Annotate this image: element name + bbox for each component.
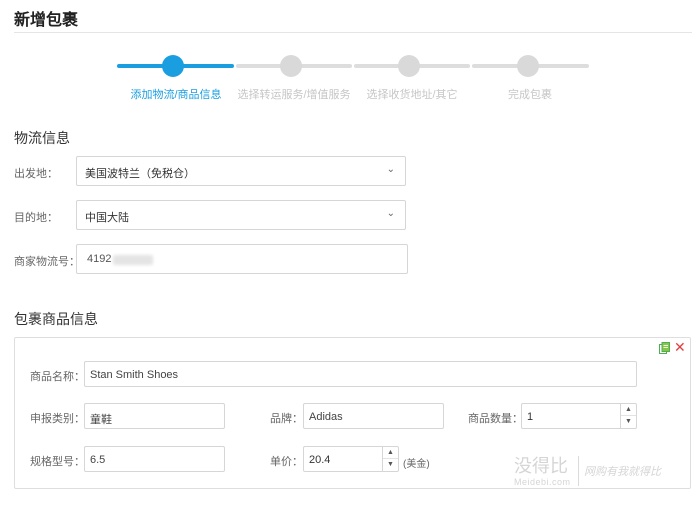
- site-watermark: 没得比 Meidebi.com 网购有我就得比: [512, 452, 692, 492]
- watermark-slogan: 网购有我就得比: [584, 466, 661, 478]
- destination-label: 目的地：: [14, 212, 58, 224]
- category-input[interactable]: 童鞋: [84, 403, 225, 429]
- brand-input[interactable]: Adidas: [303, 403, 444, 429]
- chevron-down-icon: ⌄: [386, 164, 395, 175]
- tracking-label: 商家物流号：: [14, 256, 80, 268]
- spec-value: 6.5: [90, 454, 106, 466]
- close-icon[interactable]: ✕: [674, 340, 686, 354]
- brand-label: 品牌：: [270, 413, 303, 425]
- destination-select[interactable]: 中国大陆 ⌄: [76, 200, 406, 230]
- page-title: 新增包裹: [14, 12, 79, 29]
- unit-price-stepper-buttons: ▲ ▼: [382, 447, 398, 471]
- quantity-value: 1: [527, 411, 534, 423]
- step-3-label: 选择收货地址/其它: [366, 89, 458, 101]
- origin-label: 出发地：: [14, 168, 58, 180]
- logistics-section-title: 物流信息: [14, 130, 70, 146]
- product-name-label: 商品名称：: [30, 371, 85, 383]
- unit-price-label: 单价：: [270, 456, 303, 468]
- currency-unit: (美金): [403, 459, 430, 470]
- category-label: 申报类别：: [30, 413, 85, 425]
- increment-icon[interactable]: ▲: [383, 447, 398, 459]
- product-name-value: Stan Smith Shoes: [90, 369, 179, 381]
- quantity-stepper-buttons: ▲ ▼: [620, 404, 636, 428]
- goods-section-title: 包裹商品信息: [14, 311, 98, 327]
- unit-price-stepper[interactable]: 20.4 ▲ ▼: [303, 446, 399, 472]
- step-2-label: 选择转运服务/增值服务: [237, 89, 351, 101]
- brand-value: Adidas: [309, 411, 343, 423]
- quantity-label: 商品数量：: [468, 413, 523, 425]
- origin-select[interactable]: 美国波特兰（免税仓） ⌄: [76, 156, 406, 186]
- copy-icon[interactable]: [659, 342, 670, 354]
- tracking-input[interactable]: 4192: [76, 244, 408, 274]
- category-value: 童鞋: [90, 414, 112, 426]
- step-1-label[interactable]: 添加物流/商品信息: [116, 86, 236, 102]
- watermark-title: 没得比: [514, 456, 568, 477]
- tracking-value: 4192: [87, 253, 112, 265]
- step-3-indicator: [398, 55, 420, 77]
- title-divider: [14, 32, 692, 33]
- increment-icon[interactable]: ▲: [621, 404, 636, 416]
- decrement-icon[interactable]: ▼: [621, 416, 636, 428]
- unit-price-value: 20.4: [309, 454, 331, 466]
- chevron-down-icon: ⌄: [386, 208, 395, 219]
- origin-value: 美国波特兰（免税仓）: [85, 168, 195, 180]
- quantity-stepper[interactable]: 1 ▲ ▼: [521, 403, 637, 429]
- watermark-domain: Meidebi.com: [514, 477, 571, 487]
- spec-label: 规格型号：: [30, 456, 85, 468]
- step-4-indicator: [517, 55, 539, 77]
- destination-value: 中国大陆: [85, 212, 129, 224]
- step-2-indicator: [280, 55, 302, 77]
- watermark-divider: [578, 456, 579, 486]
- decrement-icon[interactable]: ▼: [383, 459, 398, 471]
- step-4-label: 完成包裹: [508, 89, 552, 101]
- product-name-input[interactable]: Stan Smith Shoes: [84, 361, 637, 387]
- step-1-indicator[interactable]: [162, 55, 184, 77]
- spec-input[interactable]: 6.5: [84, 446, 225, 472]
- redacted-text: [113, 255, 153, 265]
